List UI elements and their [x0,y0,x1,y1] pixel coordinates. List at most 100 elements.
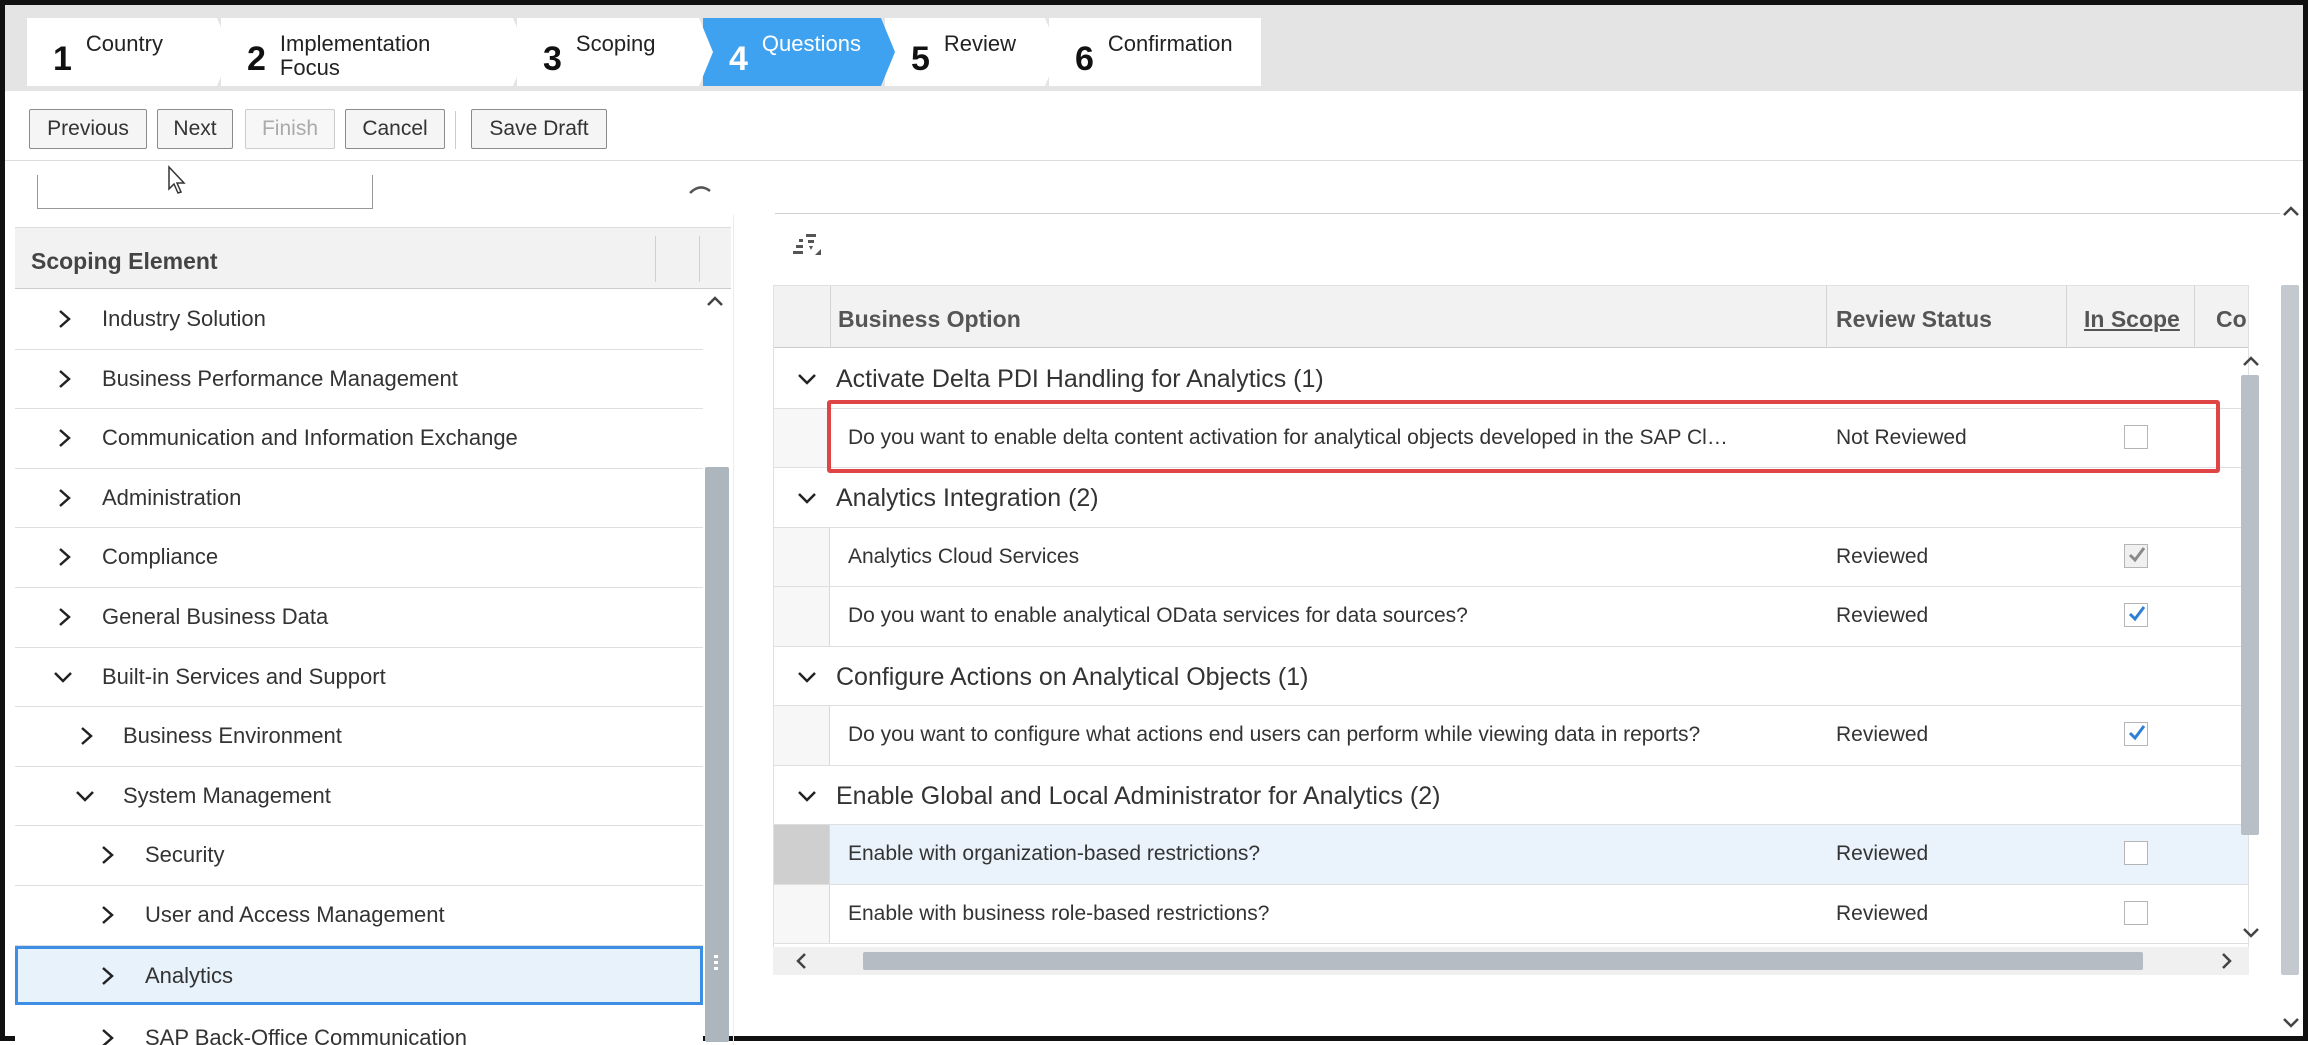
previous-button[interactable]: Previous [29,109,147,149]
tree-item-analytics[interactable]: Analytics [15,945,703,1006]
table-row[interactable]: Enable with business role-based restrict… [774,884,2248,944]
in-scope-checkbox[interactable] [2124,603,2148,627]
table-horizontal-scrollbar[interactable] [773,947,2249,975]
chevron-right-icon[interactable] [55,606,75,628]
column-header-co[interactable]: Co [2216,306,2247,333]
chevron-right-icon[interactable] [98,965,118,987]
scroll-grip-icon[interactable] [711,953,721,973]
tree-item-user-and-access-management[interactable]: User and Access Management [15,885,703,946]
chevron-down-icon[interactable] [53,666,73,688]
step-questions[interactable]: 4 Questions [703,18,895,86]
group-row[interactable]: Configure Actions on Analytical Objects … [774,646,2248,706]
checkmark-icon [2128,606,2146,622]
tree-item-general-business-data[interactable]: General Business Data [15,587,703,648]
scroll-up-icon[interactable] [2241,353,2261,369]
chevron-right-icon[interactable] [55,546,75,568]
chevron-right-icon[interactable] [55,368,75,390]
tree-item-security[interactable]: Security [15,826,703,886]
review-status: Reviewed [1836,604,1929,627]
tree-item-label: Built-in Services and Support [102,663,386,689]
tree-item-industry-solution[interactable]: Industry Solution [15,290,703,350]
in-scope-checkbox[interactable] [2124,900,2148,925]
group-title: Activate Delta PDI Handling for Analytic… [836,365,1324,393]
tree-item-label: System Management [123,782,331,808]
step-label: Scoping [575,31,656,56]
row-selector[interactable] [774,408,830,467]
chevron-down-icon[interactable] [796,369,818,389]
tree-item-communication-and-information-exchange[interactable]: Communication and Information Exchange [15,409,703,469]
chevron-right-icon[interactable] [55,487,75,509]
cancel-button[interactable]: Cancel [345,109,445,149]
chevron-down-icon[interactable] [75,785,95,807]
column-header-in-scope[interactable]: In Scope [2084,306,2180,333]
panel-scrollbar[interactable] [2281,285,2299,975]
chevron-right-icon[interactable] [55,427,75,449]
in-scope-checkbox[interactable] [2124,424,2148,449]
refresh-icon[interactable] [687,181,713,199]
group-row[interactable]: Analytics Integration (2) [774,468,2248,528]
in-scope-checkbox[interactable] [2124,722,2148,746]
table-row[interactable]: Do you want to enable delta content acti… [774,408,2248,468]
group-row[interactable]: Activate Delta PDI Handling for Analytic… [774,349,2248,409]
tree-item-label: SAP Back-Office Communication [145,1025,467,1045]
scroll-thumb[interactable] [863,952,2143,970]
scroll-left-icon[interactable] [793,951,809,971]
scroll-right-icon[interactable] [2219,951,2235,971]
step-country[interactable]: 1 Country [27,18,231,86]
question-text: Analytics Cloud Services [848,544,1080,568]
next-button[interactable]: Next [157,109,233,149]
step-review[interactable]: 5 Review [885,18,1059,86]
table-vertical-scrollbar[interactable] [2241,375,2259,835]
step-number: 2 [247,40,266,78]
chevron-right-icon[interactable] [98,844,118,866]
column-header-review-status[interactable]: Review Status [1836,306,1992,333]
step-number: 3 [543,40,562,78]
finish-button[interactable]: Finish [245,109,335,149]
scroll-up-icon[interactable] [705,293,725,309]
tree-item-system-management[interactable]: System Management [15,766,703,827]
chevron-right-icon[interactable] [55,308,75,330]
step-confirmation[interactable]: 6 Confirmation [1049,18,1261,86]
group-title: Configure Actions on Analytical Objects … [836,662,1309,691]
in-scope-checkbox[interactable] [2124,841,2148,865]
scroll-up-icon[interactable] [2281,203,2301,219]
sort-icon[interactable] [791,231,825,261]
chevron-right-icon[interactable] [98,904,118,926]
step-label: Implementation Focus [279,31,431,80]
table-row[interactable]: Do you want to enable analytical OData s… [774,587,2248,647]
tree-item-business-performance-management[interactable]: Business Performance Management [15,349,703,410]
table-row[interactable]: Do you want to configure what actions en… [774,706,2248,766]
step-scoping[interactable]: 3 Scoping [517,18,713,86]
chevron-right-icon[interactable] [98,1027,118,1045]
step-label: Confirmation [1107,31,1233,56]
tree-item-administration[interactable]: Administration [15,468,703,529]
row-selector[interactable] [774,706,830,765]
group-row[interactable]: Enable Global and Local Administrator fo… [774,765,2248,825]
tree-item-sap-back-office-communication[interactable]: SAP Back-Office Communication [15,1005,703,1045]
table-row[interactable]: Enable with organization-based restricti… [774,825,2248,885]
tree-item-label: Communication and Information Exchange [102,425,518,451]
step-implementation-focus[interactable]: 2 Implementation Focus [221,18,527,86]
group-title: Analytics Integration (2) [836,484,1099,512]
column-header-business-option[interactable]: Business Option [838,306,1021,333]
table-row[interactable]: Analytics Cloud Services Reviewed [774,527,2248,587]
in-scope-checkbox[interactable] [2124,543,2148,568]
step-number: 1 [53,40,72,78]
scroll-down-icon[interactable] [2281,1015,2301,1031]
row-selector[interactable] [774,527,830,586]
row-selector[interactable] [774,884,830,943]
search-input[interactable] [37,175,373,209]
row-selector[interactable] [774,825,830,884]
tree-item-built-in-services-and-support[interactable]: Built-in Services and Support [15,647,703,708]
row-selector[interactable] [774,587,830,646]
chevron-down-icon[interactable] [796,667,818,687]
chevron-down-icon[interactable] [796,786,818,806]
chevron-right-icon[interactable] [77,725,97,747]
tree-item-label: Business Performance Management [102,365,458,391]
scroll-down-icon[interactable] [2241,925,2261,941]
chevron-down-icon[interactable] [796,488,818,508]
tree-item-business-environment[interactable]: Business Environment [15,707,703,767]
tree-item-compliance[interactable]: Compliance [15,528,703,588]
save-draft-button[interactable]: Save Draft [471,109,607,149]
tree-item-label: Compliance [102,544,219,570]
